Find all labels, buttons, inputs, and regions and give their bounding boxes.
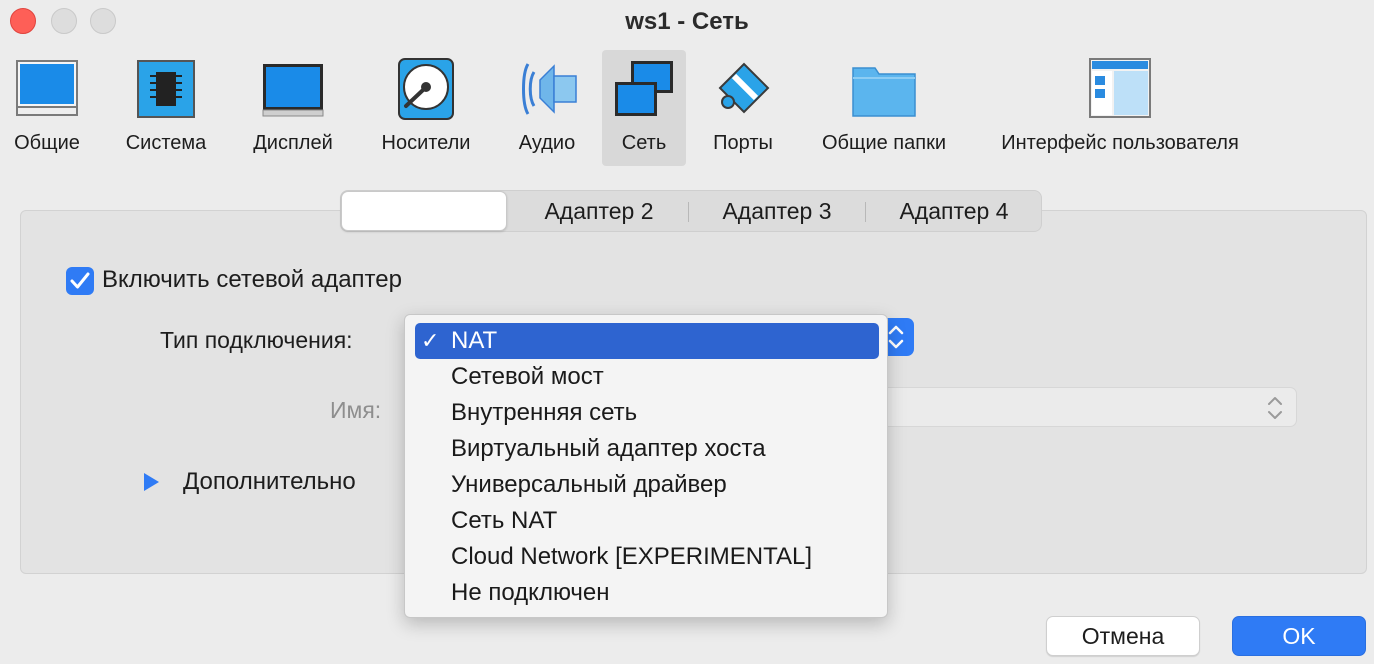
- checkmark-icon: [70, 272, 90, 289]
- menu-item-bridged[interactable]: Сетевой мост: [415, 359, 879, 395]
- tab-adapter-1[interactable]: [341, 191, 507, 231]
- toolbar-item-general[interactable]: Общие: [0, 50, 94, 166]
- ok-button[interactable]: OK: [1232, 616, 1366, 656]
- menu-item-label: Сеть NAT: [451, 507, 558, 534]
- menu-item-label: Виртуальный адаптер хоста: [451, 435, 766, 462]
- chip-icon: [137, 60, 195, 118]
- connection-type-menu: ✓ NAT Сетевой мост Внутренняя сеть Вирту…: [404, 314, 888, 618]
- menu-item-label: Внутренняя сеть: [451, 399, 638, 426]
- toolbar-item-audio[interactable]: Аудио: [510, 50, 584, 166]
- storage-disk-icon: [398, 58, 454, 120]
- chevron-updown-icon: [1268, 397, 1282, 419]
- name-select[interactable]: [880, 387, 1297, 427]
- toolbar-item-display[interactable]: Дисплей: [246, 50, 340, 166]
- toolbar-label: Общие папки: [821, 132, 947, 154]
- toolbar-item-network[interactable]: Сеть: [602, 50, 686, 166]
- tab-adapter-2[interactable]: Адаптер 2: [509, 191, 689, 231]
- toolbar-item-system[interactable]: Система: [118, 50, 214, 166]
- menu-item-nat[interactable]: ✓ NAT: [415, 323, 879, 359]
- tab-adapter-4[interactable]: Адаптер 4: [866, 191, 1042, 231]
- toolbar-label: Порты: [713, 132, 773, 154]
- serial-port-icon: [718, 62, 770, 114]
- toolbar-label: Система: [125, 132, 207, 154]
- folder-icon: [852, 67, 916, 117]
- cancel-button[interactable]: Отмена: [1046, 616, 1200, 656]
- menu-item-not-attached[interactable]: Не подключен: [415, 575, 879, 611]
- menu-item-cloud-network[interactable]: Cloud Network [EXPERIMENTAL]: [415, 539, 879, 575]
- toolbar-item-storage[interactable]: Носители: [372, 50, 480, 166]
- settings-toolbar: Общие Система Дисплей Носители Аудио Сет…: [0, 50, 1374, 168]
- display-icon: [262, 64, 324, 117]
- toolbar-label: Аудио: [518, 132, 576, 154]
- disclosure-triangle-icon: [144, 473, 159, 491]
- window-title: ws1 - Сеть: [625, 8, 749, 35]
- menu-item-label: NAT: [451, 327, 498, 354]
- menu-item-label: Cloud Network [EXPERIMENTAL]: [451, 543, 812, 570]
- user-interface-icon: [1089, 58, 1151, 118]
- menu-item-internal-network[interactable]: Внутренняя сеть: [415, 395, 879, 431]
- toolbar-label: Дисплей: [253, 132, 333, 154]
- checkmark-icon: ✓: [421, 328, 440, 353]
- adapter-tabs: Адаптер 2 Адаптер 3 Адаптер 4: [340, 190, 1042, 232]
- toolbar-label: Интерфейс пользователя: [1001, 132, 1239, 154]
- menu-item-host-only[interactable]: Виртуальный адаптер хоста: [415, 431, 879, 467]
- toolbar-label: Сеть: [621, 132, 667, 154]
- menu-item-nat-network[interactable]: Сеть NAT: [415, 503, 879, 539]
- menu-item-label: Сетевой мост: [451, 363, 604, 390]
- general-monitor-icon: [16, 60, 78, 116]
- toolbar-label: Носители: [381, 132, 471, 154]
- toolbar-item-ports[interactable]: Порты: [702, 50, 784, 166]
- title-bar: ws1 - Сеть: [0, 0, 1374, 46]
- advanced-label: Дополнительно: [183, 468, 356, 495]
- toolbar-item-shared-folders[interactable]: Общие папки: [812, 50, 956, 166]
- name-label: Имя:: [330, 397, 382, 423]
- menu-item-label: Универсальный драйвер: [451, 471, 727, 498]
- toolbar-label: Общие: [14, 132, 80, 154]
- enable-adapter-checkbox[interactable]: [66, 267, 94, 295]
- speaker-icon: [522, 63, 577, 115]
- tab-adapter-3[interactable]: Адаптер 3: [689, 191, 865, 231]
- menu-item-label: Не подключен: [451, 579, 610, 606]
- connection-type-label: Тип подключения:: [160, 327, 353, 353]
- toolbar-item-user-interface[interactable]: Интерфейс пользователя: [988, 50, 1252, 166]
- menu-item-generic-driver[interactable]: Универсальный драйвер: [415, 467, 879, 503]
- enable-adapter-label: Включить сетевой адаптер: [102, 266, 402, 293]
- network-icon: [615, 61, 673, 116]
